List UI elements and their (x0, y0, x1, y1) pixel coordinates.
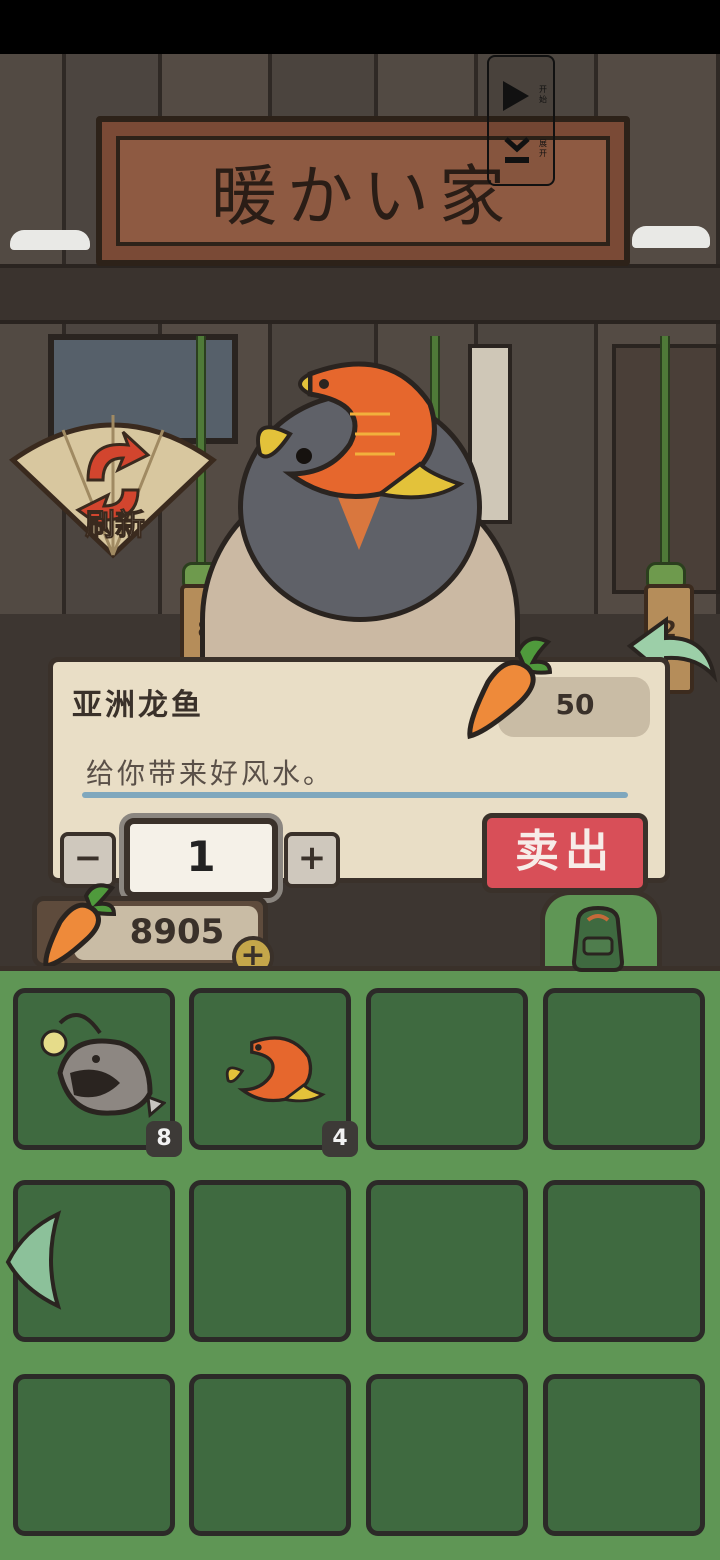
expand-icon[interactable] (503, 135, 531, 167)
asian-arowana-icon (225, 1036, 326, 1103)
expand-label[interactable]: 展开 (539, 139, 551, 159)
tag-rope (660, 336, 670, 576)
play-label[interactable]: 开始 (539, 85, 551, 105)
video-control: 开始 展开 (487, 55, 555, 186)
item-name: 亚洲龙鱼 (72, 688, 204, 723)
item-count: 4 (322, 1121, 358, 1157)
carrot-icon (43, 883, 116, 969)
description-underline (82, 792, 628, 798)
inventory-slot[interactable] (543, 988, 705, 1150)
backpack-icon[interactable] (560, 902, 636, 974)
asian-arowana-icon (256, 361, 465, 500)
status-bar (0, 0, 720, 54)
inventory-slot[interactable] (189, 1374, 351, 1536)
shop-sign-text: 暖かい家 (211, 158, 515, 235)
snow-patch (10, 230, 90, 250)
previous-page-arrow-icon[interactable] (4, 1210, 64, 1310)
carrot-icon (467, 636, 553, 740)
item-description: 给你带来好风水。 (86, 757, 335, 790)
inventory-slot[interactable] (189, 1180, 351, 1342)
inventory-slot[interactable] (366, 1374, 528, 1536)
refresh-label[interactable]: 刷新 (60, 500, 170, 544)
inventory-slot[interactable]: 4 (189, 988, 358, 1157)
inventory-slot[interactable] (366, 988, 528, 1150)
inventory-slot[interactable] (543, 1180, 705, 1342)
sell-button[interactable]: 卖出 (482, 813, 648, 893)
quantity-plus-button[interactable]: + (284, 832, 340, 888)
snow-patch (632, 226, 710, 248)
inventory-slot[interactable] (13, 1374, 175, 1536)
inventory-slot[interactable] (366, 1180, 528, 1342)
roof-beam (0, 264, 720, 324)
item-count: 8 (146, 1121, 182, 1157)
wallet-amount: 8905 (129, 912, 225, 952)
inventory-slot[interactable] (543, 1374, 705, 1536)
inventory-slot[interactable]: 8 (13, 988, 182, 1157)
play-icon[interactable] (503, 81, 529, 111)
quantity-field[interactable]: 1 (124, 818, 278, 898)
anglerfish-icon (40, 1013, 166, 1118)
